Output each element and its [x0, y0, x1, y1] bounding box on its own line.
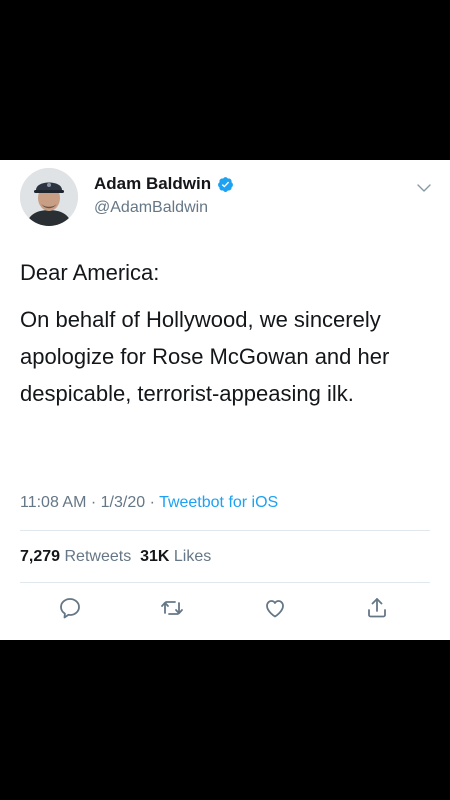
- retweets-label: Retweets: [64, 548, 132, 565]
- tweet-time[interactable]: 11:08 AM: [20, 494, 86, 511]
- divider: [20, 582, 430, 583]
- avatar[interactable]: [20, 168, 78, 226]
- author-handle[interactable]: @AdamBaldwin: [94, 199, 208, 217]
- likes-count: 31K: [140, 548, 170, 565]
- retweets-stat[interactable]: 7,279 Retweets: [20, 548, 131, 565]
- author-name[interactable]: Adam Baldwin: [94, 174, 211, 194]
- tweet-meta: 11:08 AM · 1/3/20 · Tweetbot for iOS: [20, 494, 279, 511]
- tweet-text: Dear America: On behalf of Hollywood, we…: [20, 254, 435, 412]
- tweet-date[interactable]: 1/3/20: [101, 494, 145, 511]
- chevron-down-icon[interactable]: [416, 180, 432, 196]
- tweet-source[interactable]: Tweetbot for iOS: [159, 494, 278, 511]
- tweet-text-line: Dear America:: [20, 260, 160, 285]
- likes-label: Likes: [173, 548, 212, 565]
- tweet-stats: 7,279 Retweets 31K Likes: [20, 548, 211, 566]
- retweet-icon[interactable]: [160, 596, 184, 620]
- share-icon[interactable]: [365, 596, 389, 620]
- tweet-actions: [0, 596, 450, 626]
- tweet-text-line: On behalf of Hollywood, we sincerely apo…: [20, 307, 390, 406]
- retweets-count: 7,279: [20, 548, 61, 565]
- verified-badge-icon: [218, 176, 234, 192]
- divider: [20, 530, 430, 531]
- tweet-card: Adam Baldwin @AdamBaldwin Dear America: …: [0, 160, 450, 640]
- likes-stat[interactable]: 31K Likes: [140, 548, 211, 565]
- heart-icon[interactable]: [263, 596, 287, 620]
- reply-icon[interactable]: [58, 596, 82, 620]
